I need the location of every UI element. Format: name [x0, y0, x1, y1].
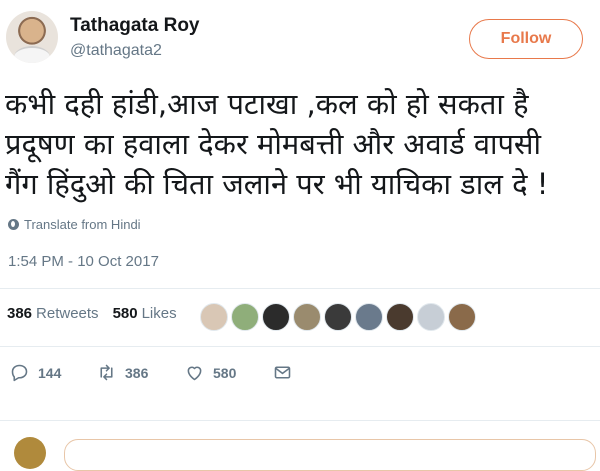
retweet-count-label: Retweets — [36, 305, 99, 322]
retweet-count: 386 — [7, 305, 33, 322]
reply-icon — [11, 364, 28, 382]
follow-button[interactable]: Follow — [469, 19, 583, 59]
liker-avatar-3[interactable] — [262, 303, 290, 331]
tweet-text: कभी दही हांडी,आज पटाखा ,कल को हो सकता है… — [5, 84, 597, 204]
heart-icon — [187, 366, 202, 381]
like-action[interactable]: 580 — [184, 362, 236, 383]
liker-avatar-5[interactable] — [324, 303, 352, 331]
tweet-stats: 386 Retweets 580 Likes — [7, 305, 177, 322]
avatar-shirt — [14, 46, 50, 63]
envelope-icon — [274, 366, 291, 379]
likers-avatars — [200, 303, 476, 331]
liker-avatar-1[interactable] — [200, 303, 228, 331]
tweet-text-line: प्रदूषण का हवाला देकर मोमबत्ती और अवार्ड… — [5, 127, 542, 161]
tweet-actions: 144 386 580 — [0, 362, 600, 388]
liker-avatar-8[interactable] — [417, 303, 445, 331]
retweet-action-count: 386 — [125, 364, 149, 381]
tweet-timestamp[interactable]: 1:54 PM - 10 Oct 2017 — [8, 253, 159, 270]
reply-count: 144 — [38, 364, 62, 381]
author-avatar[interactable] — [6, 11, 58, 63]
liker-avatar-9[interactable] — [448, 303, 476, 331]
retweet-action[interactable]: 386 — [96, 362, 148, 383]
author-handle[interactable]: @tathagata2 — [70, 42, 162, 60]
author-name[interactable]: Tathagata Roy — [70, 15, 200, 37]
divider — [0, 346, 600, 347]
retweet-icon — [100, 364, 113, 381]
divider — [0, 288, 600, 289]
like-count: 580 — [112, 305, 138, 322]
like-count-link[interactable]: 580 Likes — [113, 305, 177, 322]
viewer-avatar — [14, 437, 46, 469]
translate-label: Translate from Hindi — [24, 217, 141, 232]
like-count-label: Likes — [141, 305, 177, 322]
divider — [0, 420, 600, 421]
tweet-text-line: गैंग हिंदुओ की चिता जलाने पर भी याचिका ड… — [5, 167, 549, 201]
direct-message-action[interactable] — [272, 362, 293, 383]
globe-icon — [8, 219, 19, 230]
tweet-text-line: कभी दही हांडी,आज पटाखा ,कल को हो सकता है — [5, 87, 529, 121]
reply-action[interactable]: 144 — [9, 362, 61, 383]
liker-avatar-4[interactable] — [293, 303, 321, 331]
liker-avatar-2[interactable] — [231, 303, 259, 331]
retweet-count-link[interactable]: 386 Retweets — [7, 305, 99, 322]
liker-avatar-7[interactable] — [386, 303, 414, 331]
reply-input[interactable] — [64, 439, 596, 471]
liker-avatar-6[interactable] — [355, 303, 383, 331]
translate-link[interactable]: Translate from Hindi — [8, 217, 141, 232]
like-action-count: 580 — [213, 364, 237, 381]
